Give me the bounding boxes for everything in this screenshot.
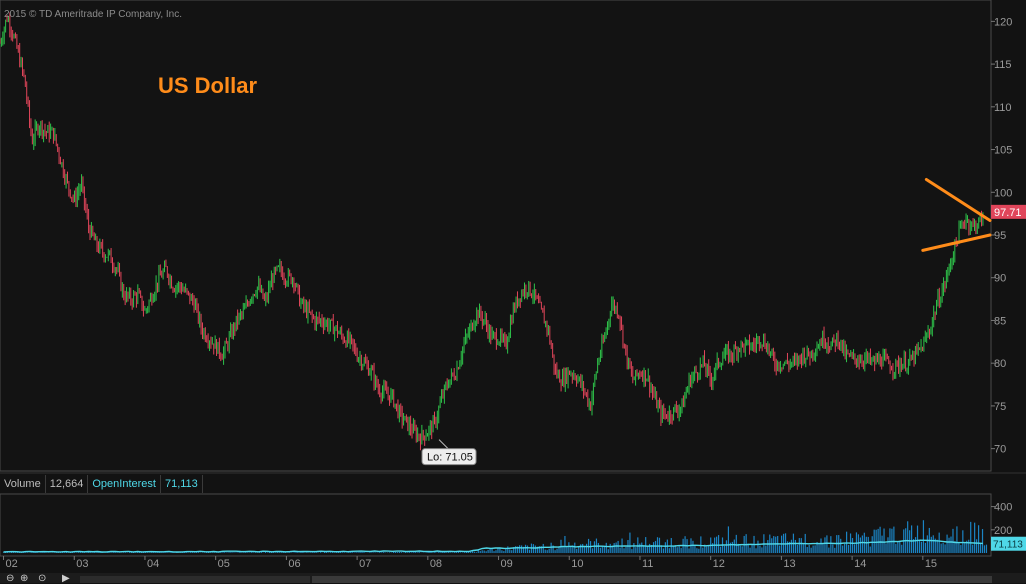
low-label: Lo: 71.05 <box>427 452 473 464</box>
price-tick-label: 110 <box>994 102 1012 114</box>
time-tick-label: 04 <box>147 558 159 570</box>
time-tick-label: 09 <box>501 558 513 570</box>
price-tick-label: 85 <box>994 315 1006 327</box>
time-tick-label: 10 <box>571 558 583 570</box>
price-chart[interactable]: 120 115 110 105 100 95 90 85 80 75 70 97.71 Lo: 71.… <box>0 0 1026 583</box>
price-tick-label: 105 <box>994 145 1012 157</box>
last-price-label: 97.71 <box>994 207 1022 219</box>
price-tick-label: 75 <box>994 401 1006 413</box>
volume-label: Volume <box>0 475 46 493</box>
price-tick-label: 100 <box>994 187 1012 199</box>
time-tick-label: 07 <box>359 558 371 570</box>
copyright-text: 2015 © TD Ameritrade IP Company, Inc. <box>4 9 183 20</box>
time-tick-label: 14 <box>854 558 866 570</box>
chart-frame <box>0 0 1026 557</box>
open-interest-value: 71,113 <box>161 475 203 493</box>
open-interest-label: OpenInterest <box>88 475 161 493</box>
time-tick-label: 06 <box>288 558 300 570</box>
price-tick-label: 115 <box>994 59 1012 71</box>
time-tick-label: 11 <box>642 558 653 570</box>
price-tick-label: 95 <box>994 230 1006 242</box>
zoom-fit-icon[interactable]: ⊙ <box>38 574 46 584</box>
time-tick-label: 15 <box>925 558 937 570</box>
time-tick-label: 05 <box>218 558 230 570</box>
scrollbar-thumb[interactable] <box>312 576 992 583</box>
price-tick-label: 70 <box>994 444 1006 456</box>
play-icon[interactable]: ▶ <box>62 574 70 584</box>
volume-value: 12,664 <box>46 475 89 493</box>
time-tick-label: 03 <box>76 558 88 570</box>
price-tick-label: 90 <box>994 273 1006 285</box>
price-tick-label: 120 <box>994 16 1012 28</box>
scrollbar-track[interactable] <box>80 576 310 583</box>
volume-header: Volume 12,664 OpenInterest 71,113 <box>0 475 212 493</box>
oi-last-label: 71,113 <box>993 540 1023 551</box>
time-tick-label: 02 <box>6 558 18 570</box>
volume-axis: 400 200 71,113 <box>991 502 1026 551</box>
price-axis: 120 115 110 105 100 95 90 85 80 75 70 97.71 <box>991 16 1026 456</box>
time-tick-label: 13 <box>783 558 795 570</box>
time-axis: 02 03 04 05 06 07 08 09 10 11 12 13 14 15 <box>3 556 937 570</box>
time-tick-label: 08 <box>430 558 442 570</box>
volume-tick-label: 400 <box>994 502 1012 514</box>
price-panel <box>0 0 992 472</box>
zoom-in-icon[interactable]: ⊕ <box>20 574 28 584</box>
volume-tick-label: 200 <box>994 525 1012 537</box>
chart-title: US Dollar <box>158 73 258 98</box>
time-tick-label: 12 <box>713 558 725 570</box>
price-tick-label: 80 <box>994 358 1006 370</box>
zoom-out-icon[interactable]: ⊖ <box>6 574 14 584</box>
